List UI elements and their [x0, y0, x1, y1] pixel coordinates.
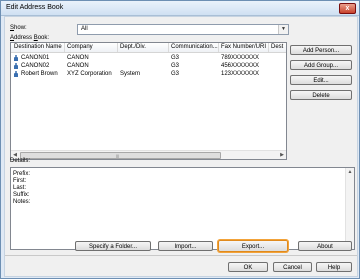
column-header-destination-name[interactable]: Destination Name: [14, 44, 62, 50]
row-destination-name: CANON01: [21, 55, 50, 61]
row-destination-name: Robert Brown: [21, 71, 58, 77]
details-notes: Notes:: [13, 199, 31, 205]
ok-button[interactable]: OK: [228, 262, 268, 272]
details-suffix: Suffix:: [13, 192, 30, 198]
details-first: First:: [13, 178, 27, 184]
add-person-button[interactable]: Add Person...: [290, 45, 352, 55]
window-title: Edit Address Book: [6, 4, 64, 11]
details-last: Last:: [13, 185, 27, 191]
specify-folder-button[interactable]: Specify a Folder...: [75, 241, 151, 251]
column-header-communication[interactable]: Communication...: [171, 44, 218, 50]
row-communication: G3: [171, 71, 180, 77]
export-button[interactable]: Export...: [218, 240, 288, 252]
cancel-button[interactable]: Cancel: [273, 262, 312, 272]
scroll-up-icon[interactable]: ▲: [346, 168, 354, 176]
table-row[interactable]: Robert Brown XYZ Corporation System G3 1…: [11, 70, 286, 78]
column-header-company[interactable]: Company: [67, 44, 93, 50]
row-communication: G3: [171, 55, 180, 61]
help-button[interactable]: Help: [316, 262, 352, 272]
person-icon: [14, 71, 18, 77]
show-label: Show:: [10, 25, 27, 31]
row-dept: System: [120, 71, 141, 77]
row-company: CANON: [67, 55, 89, 61]
show-dropdown[interactable]: All ▼: [77, 24, 289, 35]
add-group-button[interactable]: Add Group...: [290, 60, 352, 70]
import-button[interactable]: Import...: [158, 241, 213, 251]
chevron-down-icon[interactable]: ▼: [278, 25, 288, 34]
address-book-list[interactable]: Destination Name Company Dept./Div. Comm…: [10, 42, 287, 160]
vertical-scrollbar[interactable]: ▲ ▼: [345, 168, 354, 249]
title-bar[interactable]: Edit Address Book x: [1, 1, 359, 16]
row-destination-name: CANON02: [21, 63, 50, 69]
edit-button[interactable]: Edit...: [290, 75, 352, 85]
row-fax-number: 789XXXXXXX: [221, 55, 260, 61]
column-header-dest[interactable]: Dest: [271, 44, 283, 50]
row-fax-number: 456XXXXXXX: [221, 63, 260, 69]
list-header: Destination Name Company Dept./Div. Comm…: [11, 43, 286, 53]
column-header-dept[interactable]: Dept./Div.: [120, 44, 146, 50]
details-prefix: Prefix:: [13, 171, 31, 177]
close-button[interactable]: x: [339, 3, 356, 14]
person-icon: [14, 63, 18, 69]
row-communication: G3: [171, 63, 180, 69]
about-button[interactable]: About: [298, 241, 352, 251]
column-header-fax-number[interactable]: Fax Number/URI: [221, 44, 266, 50]
horizontal-scrollbar[interactable]: ◀ ||| ▶: [11, 150, 286, 159]
dialog-client-area: Show: All ▼ Address Book: Destination Na…: [4, 16, 358, 277]
scroll-right-icon[interactable]: ▶: [278, 151, 286, 159]
show-dropdown-value: All: [81, 26, 88, 32]
edit-address-book-window: Edit Address Book x Show: All ▼ Address …: [0, 0, 360, 279]
delete-button[interactable]: Delete: [290, 90, 352, 100]
row-fax-number: 123XXXXXXX: [221, 71, 260, 77]
divider: [5, 255, 357, 256]
table-row[interactable]: CANON02 CANON G3 456XXXXXXX: [11, 62, 286, 70]
row-company: XYZ Corporation: [67, 71, 112, 77]
person-icon: [14, 55, 18, 61]
details-panel: Prefix: First: Last: Suffix: Notes: ▲ ▼: [10, 167, 355, 250]
address-book-label: Address Book:: [10, 35, 50, 41]
table-row[interactable]: CANON01 CANON G3 789XXXXXXX: [11, 54, 286, 62]
details-label: Details:: [10, 158, 31, 164]
scrollbar-thumb[interactable]: |||: [20, 152, 221, 159]
row-company: CANON: [67, 63, 89, 69]
